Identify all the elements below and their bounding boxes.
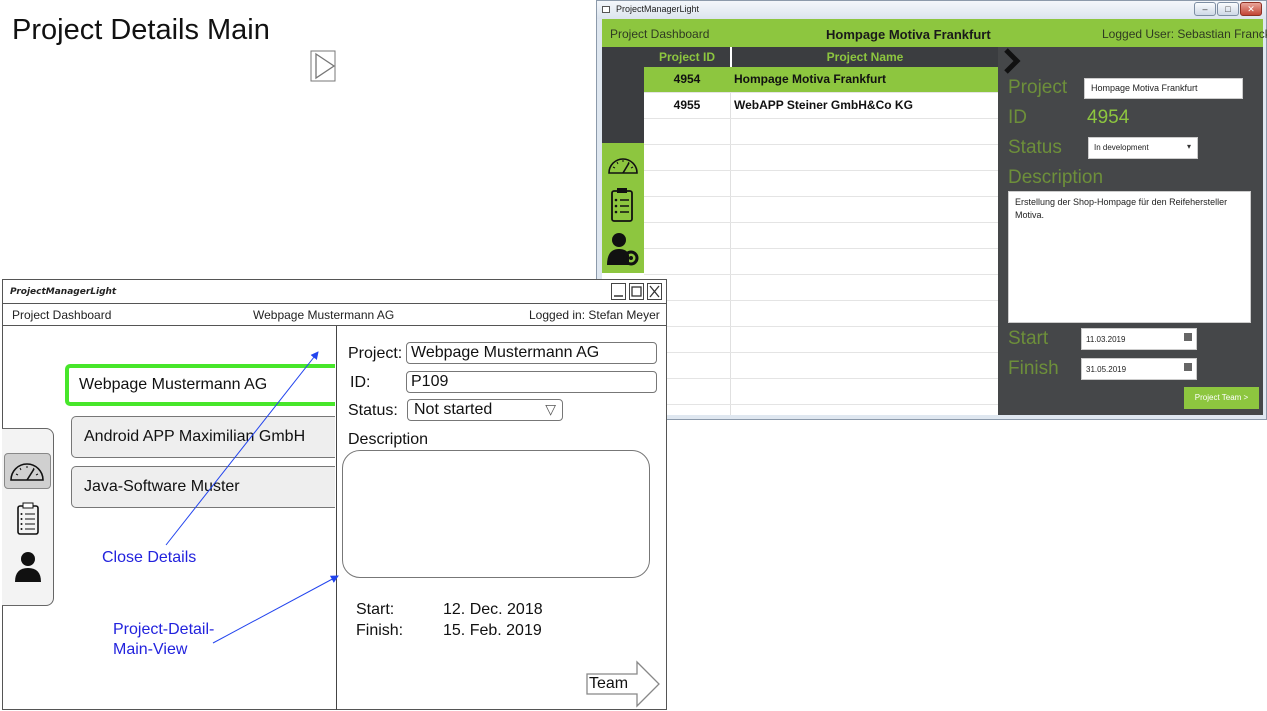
annotation-main-view-line2: Main-View — [113, 641, 188, 658]
annotation-main-view-line1: Project-Detail- — [113, 621, 215, 638]
slide: Project Details Main ProjectManagerLight… — [0, 0, 1267, 711]
annotation-close-details: Close Details — [102, 549, 197, 566]
annotation-arrows — [165, 351, 339, 644]
